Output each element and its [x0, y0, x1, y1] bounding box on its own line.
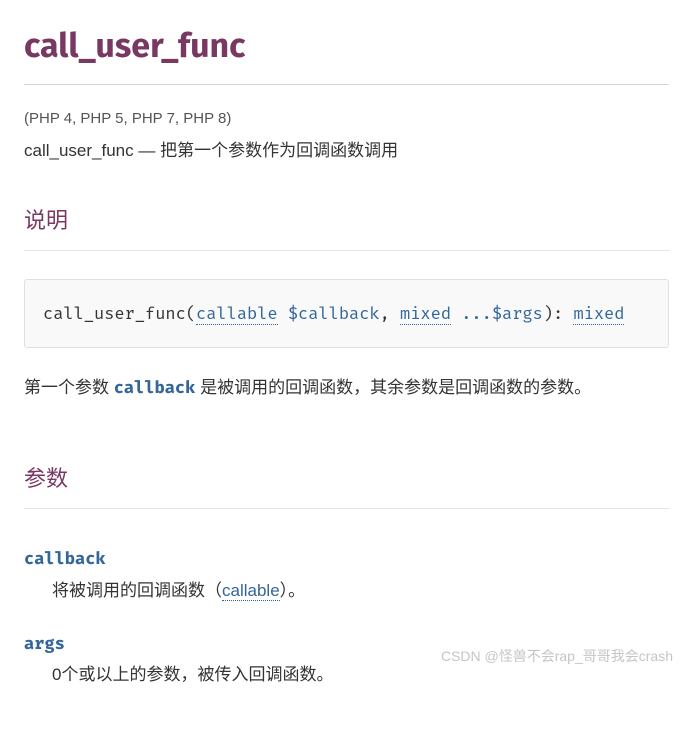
summary-func: call_user_func [24, 141, 134, 160]
synopsis-param-callback: $callback [278, 303, 380, 324]
summary-line: call_user_func — 把第一个参数作为回调函数调用 [24, 137, 669, 164]
synopsis-param-args: ...$args [451, 303, 543, 324]
parameters-separator [24, 508, 669, 509]
synopsis-comma: , [380, 303, 400, 324]
page-title: call_user_func [24, 20, 669, 74]
param-item: callback 将被调用的回调函数（callable）。 [24, 545, 669, 603]
param-desc-callback: 将被调用的回调函数（callable）。 [52, 577, 669, 604]
param-desc-pre: 0个或以上的参数，被传入回调函数。 [52, 665, 333, 684]
method-synopsis: call_user_func(callable $callback, mixed… [24, 279, 669, 348]
param-item: args 0个或以上的参数，被传入回调函数。 [24, 630, 669, 688]
param-desc-post: ）。 [280, 581, 306, 600]
synopsis-paren-open: ( [186, 303, 196, 324]
desc-inline-code: callback [114, 377, 196, 398]
description-text: 第一个参数 callback 是被调用的回调函数，其余参数是回调函数的参数。 [24, 374, 669, 401]
type-link-callable-param[interactable]: callable [222, 581, 280, 601]
type-link-callable[interactable]: callable [196, 303, 278, 325]
section-heading-description: 说明 [24, 203, 669, 238]
param-desc-pre: 将被调用的回调函数（ [52, 581, 222, 600]
title-separator [24, 84, 669, 85]
param-name-callback: callback [24, 545, 669, 572]
description-separator [24, 250, 669, 251]
synopsis-func-name: call_user_func [43, 303, 186, 324]
param-section: callback 将被调用的回调函数（callable）。 args 0个或以上… [24, 545, 669, 688]
param-desc-args: 0个或以上的参数，被传入回调函数。 [52, 661, 669, 688]
type-link-mixed-arg[interactable]: mixed [400, 303, 451, 325]
param-name-args: args [24, 630, 669, 657]
type-link-mixed-return[interactable]: mixed [573, 303, 624, 325]
summary-sep: — [134, 141, 160, 160]
summary-text: 把第一个参数作为回调函数调用 [160, 141, 398, 160]
version-info: (PHP 4, PHP 5, PHP 7, PHP 8) [24, 107, 669, 131]
section-heading-parameters: 参数 [24, 461, 669, 496]
desc-post: 是被调用的回调函数，其余参数是回调函数的参数。 [195, 378, 591, 397]
synopsis-paren-close: ): [543, 303, 574, 324]
desc-pre: 第一个参数 [24, 378, 114, 397]
